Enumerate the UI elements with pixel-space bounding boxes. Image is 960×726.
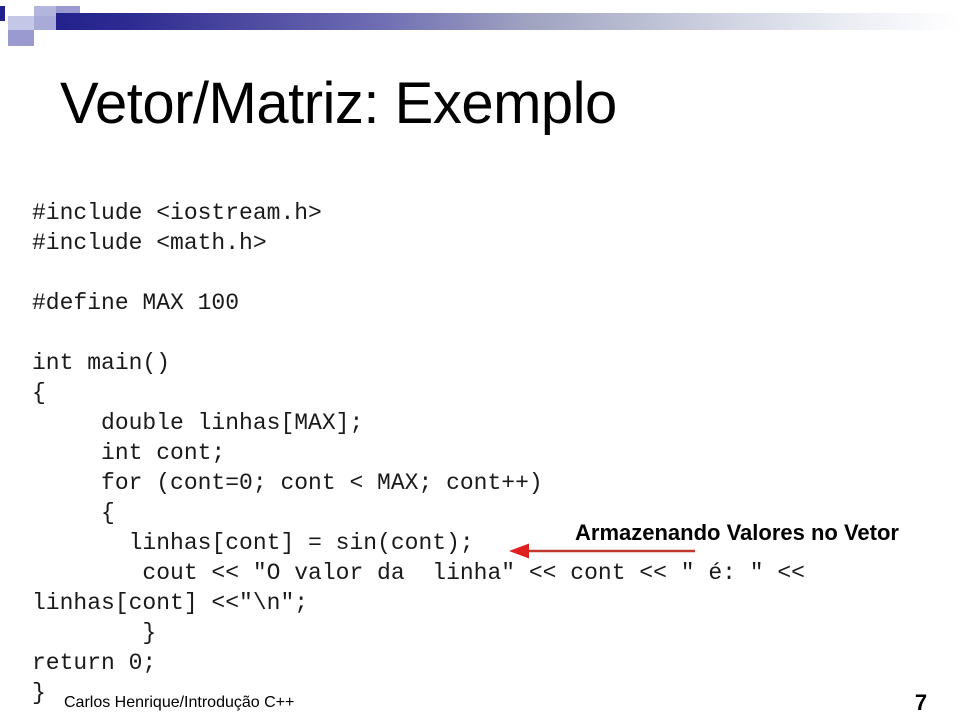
- decor-gradient-bar: [56, 13, 960, 30]
- code-line: }: [32, 620, 157, 646]
- code-line: return 0;: [32, 650, 157, 676]
- decor-square-pale-mid: [8, 16, 34, 30]
- footer-author: Carlos Henrique/Introdução C++: [64, 694, 295, 711]
- code-line: for (cont=0; cont < MAX; cont++): [32, 470, 543, 496]
- page-number: 7: [914, 690, 928, 715]
- code-line: double linhas[MAX];: [32, 410, 364, 436]
- decor-square-pale-top: [34, 6, 56, 16]
- code-line: {: [32, 380, 46, 406]
- decor-square-blue-bottom: [8, 30, 34, 46]
- code-line: linhas[cont] <<"\n";: [32, 590, 309, 616]
- page-title: Vetor/Matriz: Exemplo: [60, 71, 617, 136]
- code-line: cout << "O valor da linha" << cont << " …: [32, 560, 805, 586]
- slide-header-decoration: [0, 0, 960, 46]
- code-line: #include <math.h>: [32, 230, 267, 256]
- decor-square-blue-mid: [34, 16, 56, 30]
- decor-tick-dark: [0, 6, 5, 21]
- code-line: #define MAX 100: [32, 290, 240, 316]
- code-line: int cont;: [32, 440, 226, 466]
- code-line: #include <iostream.h>: [32, 200, 322, 226]
- code-line: int main(): [32, 350, 171, 376]
- slide-canvas: Vetor/Matriz: Exemplo #include <iostream…: [0, 0, 960, 726]
- annotation-arrow-icon: [509, 543, 695, 559]
- code-block: #include <iostream.h> #include <math.h> #…: [32, 198, 932, 708]
